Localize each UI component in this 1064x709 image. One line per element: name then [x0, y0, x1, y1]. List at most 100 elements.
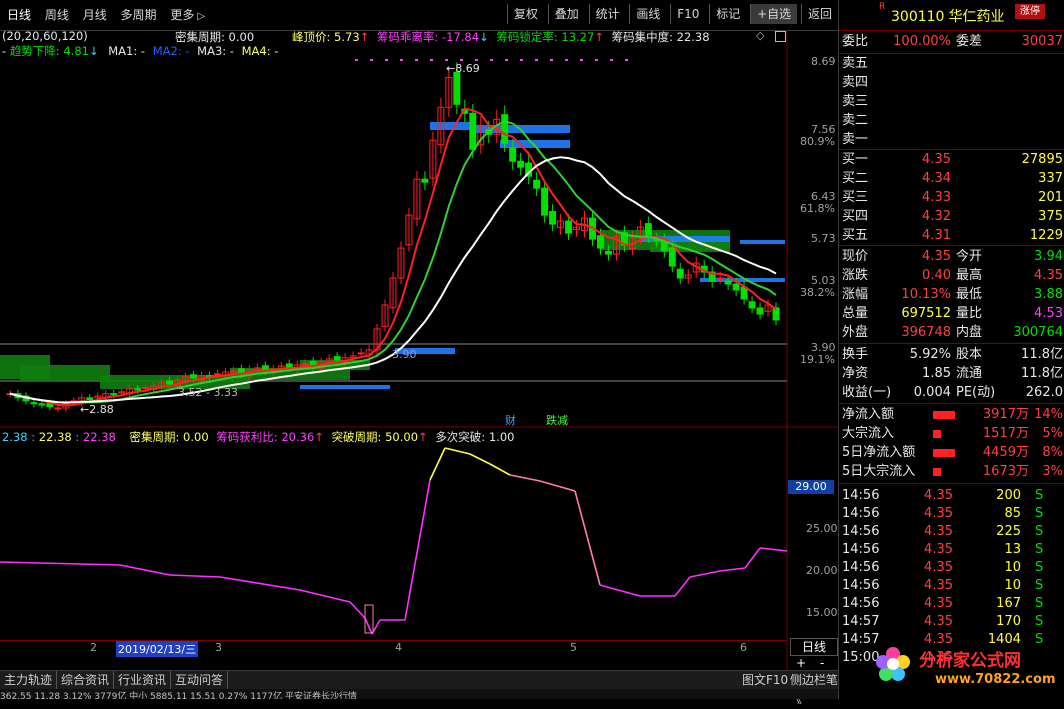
up-arrow-icon: ↑: [314, 430, 324, 444]
indicator-legend: 2.38 : 22.38 : 22.38 密集周期: 0.00 筹码获利比: 2…: [2, 430, 515, 444]
indicator-segment: [574, 490, 601, 586]
draw-line-button[interactable]: 画线: [629, 4, 666, 24]
tick-price: 4.35: [924, 542, 953, 557]
candle-body: [533, 179, 541, 189]
candle-body: [596, 235, 604, 249]
candle-body: [54, 407, 62, 410]
tick-row[interactable]: 14:57 4.35 170 S: [839, 613, 1064, 631]
pen-button[interactable]: 笔: [826, 671, 838, 690]
indicator-segment: [489, 463, 511, 476]
stat-row: 涨幅 10.13% 最低 3.88: [839, 286, 1064, 304]
tab-more-label: 更多: [170, 8, 195, 22]
indicator-segment: [219, 576, 301, 591]
candle-body: [517, 160, 525, 168]
candle-body: [549, 210, 557, 225]
signal-dot: [490, 59, 493, 61]
candle-body: [134, 388, 142, 391]
overlay-button[interactable]: 叠加: [547, 4, 585, 24]
r-marker: R: [879, 2, 886, 12]
restore-rights-button[interactable]: 复权: [506, 4, 544, 24]
signal-dot: [610, 59, 613, 61]
f10-button[interactable]: F10: [670, 4, 705, 24]
cursor-date: 2019/02/13/三: [116, 641, 199, 657]
candle-body: [469, 112, 477, 150]
level-label: 卖一: [842, 132, 869, 147]
divider: [839, 30, 1064, 31]
ind-v2: 22.38: [38, 430, 72, 444]
watermark-main: 分析家公式网: [919, 651, 1021, 671]
tab-more[interactable]: 更多 ▷: [165, 0, 210, 32]
tick-row[interactable]: 14:56 4.35 10 S: [839, 577, 1064, 595]
ind-dense-period: 密集周期: 0.00: [129, 430, 209, 444]
signal-dot: [520, 59, 523, 61]
signal-dot: [370, 59, 373, 61]
tick-row[interactable]: 14:56 4.35 167 S: [839, 595, 1064, 613]
tick-time: 14:56: [842, 578, 880, 593]
tab-f10-graphic[interactable]: 图文F10: [738, 671, 792, 690]
divider: [839, 483, 1064, 484]
stat-row: 换手 5.92% 股本 11.8亿: [839, 346, 1064, 364]
candle-body: [357, 352, 365, 355]
tab-daily[interactable]: 日线: [2, 0, 36, 30]
signal-dot: [430, 59, 433, 61]
indicator-segment: [364, 617, 373, 635]
period-tabs: 日线 周线 月线 多周期 更多 ▷: [2, 0, 210, 32]
stat-row: 总量 697512 量比 4.53: [839, 305, 1064, 323]
zoom-in-button[interactable]: +: [796, 656, 806, 670]
tick-side: S: [1035, 596, 1044, 611]
stock-code: 300110: [891, 9, 945, 25]
period-select[interactable]: 日线: [790, 638, 838, 656]
statistics-button[interactable]: 统计: [588, 4, 626, 24]
indicator-segment: [744, 547, 761, 569]
tick-price: 4.35: [924, 506, 953, 521]
tab-multi-period[interactable]: 多周期: [116, 0, 162, 30]
tick-row[interactable]: 14:56 4.35 85 S: [839, 505, 1064, 523]
indicator-segment: [719, 567, 746, 572]
back-button[interactable]: 返回: [800, 4, 838, 24]
stock-title: 300110 华仁药业: [891, 6, 1004, 26]
tick-row[interactable]: 14:56 4.35 200 S: [839, 487, 1064, 505]
tick-side: S: [1035, 542, 1044, 557]
zoom-out-button[interactable]: -: [820, 656, 824, 670]
tab-main-track[interactable]: 主力轨迹: [0, 671, 58, 690]
candle-body: [748, 301, 756, 309]
level-label: 卖三: [842, 94, 869, 109]
report-marker[interactable]: 跌减: [546, 412, 568, 428]
ind-chip-profit: 筹码获利比: 20.36: [216, 430, 315, 444]
tab-industry-info[interactable]: 行业资讯: [114, 671, 172, 690]
stat-value: 3.94: [1034, 249, 1063, 264]
date-tick: 4: [395, 641, 402, 654]
indicator-segment: [689, 570, 721, 578]
tick-volume: 13: [1004, 542, 1021, 557]
up-arrow-icon: ↑: [418, 430, 428, 444]
kline-chart[interactable]: [0, 30, 838, 670]
candle-body: [421, 178, 429, 183]
tick-row[interactable]: 14:56 4.35 10 S: [839, 559, 1064, 577]
tab-general-info[interactable]: 综合资讯: [57, 671, 115, 690]
finance-marker[interactable]: 财: [505, 412, 516, 428]
add-watchlist-button[interactable]: +自选: [750, 4, 798, 24]
candle-body: [166, 380, 174, 385]
divider: [839, 403, 1064, 404]
flow-value: 1517万: [982, 426, 1029, 441]
level-volume: 1229: [1029, 228, 1063, 243]
tab-qa[interactable]: 互动问答: [171, 671, 229, 690]
flow-percent: 3%: [1042, 464, 1063, 479]
indicator-segment: [429, 447, 446, 481]
fib-tick: 61.8%: [800, 202, 835, 215]
indicator-lines: [0, 447, 788, 635]
tick-side: S: [1035, 488, 1044, 503]
stat-value: 4.35: [1034, 268, 1063, 283]
candle-body: [772, 307, 780, 321]
date-tick: 3: [215, 641, 222, 654]
date-tick: 6: [740, 641, 747, 654]
tab-weekly[interactable]: 周线: [40, 0, 74, 30]
tick-row[interactable]: 14:56 4.35 13 S: [839, 541, 1064, 559]
signal-dot: [445, 59, 448, 61]
tick-row[interactable]: 14:56 4.35 225 S: [839, 523, 1064, 541]
flower-logo-icon: [875, 646, 911, 682]
ind-current-value: 29.00: [788, 480, 834, 494]
tab-monthly[interactable]: 月线: [78, 0, 112, 30]
mark-button[interactable]: 标记: [709, 4, 746, 24]
signal-dot: [475, 59, 478, 61]
